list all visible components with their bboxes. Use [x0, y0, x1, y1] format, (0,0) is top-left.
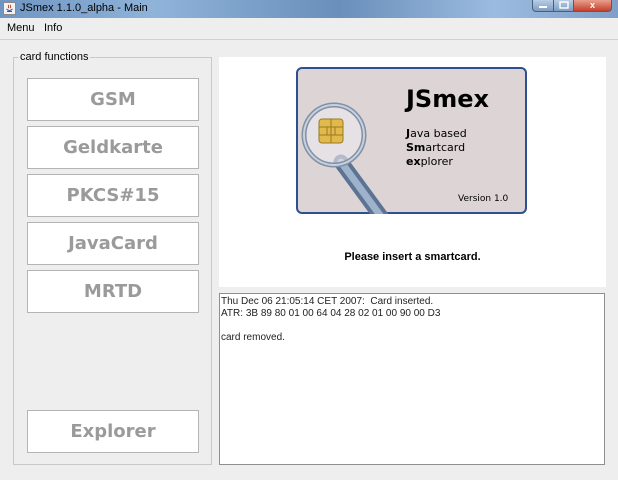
status-message: Please insert a smartcard.: [344, 251, 481, 263]
logo-tagline-line2-initial: Sm: [406, 141, 425, 154]
log-line: ATR: 3B 89 80 01 00 64 04 28 02 01 00 90…: [221, 308, 441, 319]
maximize-button[interactable]: [554, 0, 574, 12]
logo-tagline-line2: Smartcard: [406, 141, 465, 154]
javacard-button[interactable]: JavaCard: [27, 222, 199, 265]
logo-tagline-line1-rest: ava based: [410, 127, 467, 140]
log-area[interactable]: Thu Dec 06 21:05:14 CET 2007: Card inser…: [219, 293, 605, 465]
logo-tagline-line1: Java based: [405, 127, 467, 140]
chip-icon: [318, 118, 344, 144]
jsmex-logo: JSmex Java based Smartcard explorer Vers…: [296, 67, 527, 214]
explorer-button[interactable]: Explorer: [27, 410, 199, 453]
logo-tagline-line2-rest: artcard: [425, 141, 465, 154]
logo-version: Version 1.0: [458, 194, 509, 204]
logo-tagline-line3: explorer: [406, 155, 453, 168]
close-button[interactable]: x: [574, 0, 612, 12]
pkcs15-button[interactable]: PKCS#15: [27, 174, 199, 217]
title-bar[interactable]: JSmex 1.1.0_alpha - Main x: [0, 0, 618, 18]
window-title: JSmex 1.1.0_alpha - Main: [20, 2, 148, 14]
maximize-icon: [558, 1, 569, 9]
java-app-icon[interactable]: [3, 2, 16, 15]
geldkarte-button[interactable]: Geldkarte: [27, 126, 199, 169]
menu-info[interactable]: Info: [44, 22, 62, 34]
menu-bar: Menu Info: [0, 18, 618, 40]
log-line: card removed.: [221, 332, 285, 343]
logo-tagline-line3-rest: plorer: [421, 155, 454, 168]
card-functions-title: card functions: [18, 51, 91, 63]
close-icon: x: [589, 0, 595, 10]
log-line: Thu Dec 06 21:05:14 CET 2007: Card inser…: [221, 296, 434, 307]
menu-menu[interactable]: Menu: [7, 22, 35, 34]
mrtd-button[interactable]: MRTD: [27, 270, 199, 313]
gsm-button[interactable]: GSM: [27, 78, 199, 121]
minimize-icon: [539, 6, 547, 8]
minimize-button[interactable]: [532, 0, 554, 12]
logo-tagline-line3-initial: ex: [406, 155, 421, 168]
logo-title: JSmex: [404, 85, 490, 113]
